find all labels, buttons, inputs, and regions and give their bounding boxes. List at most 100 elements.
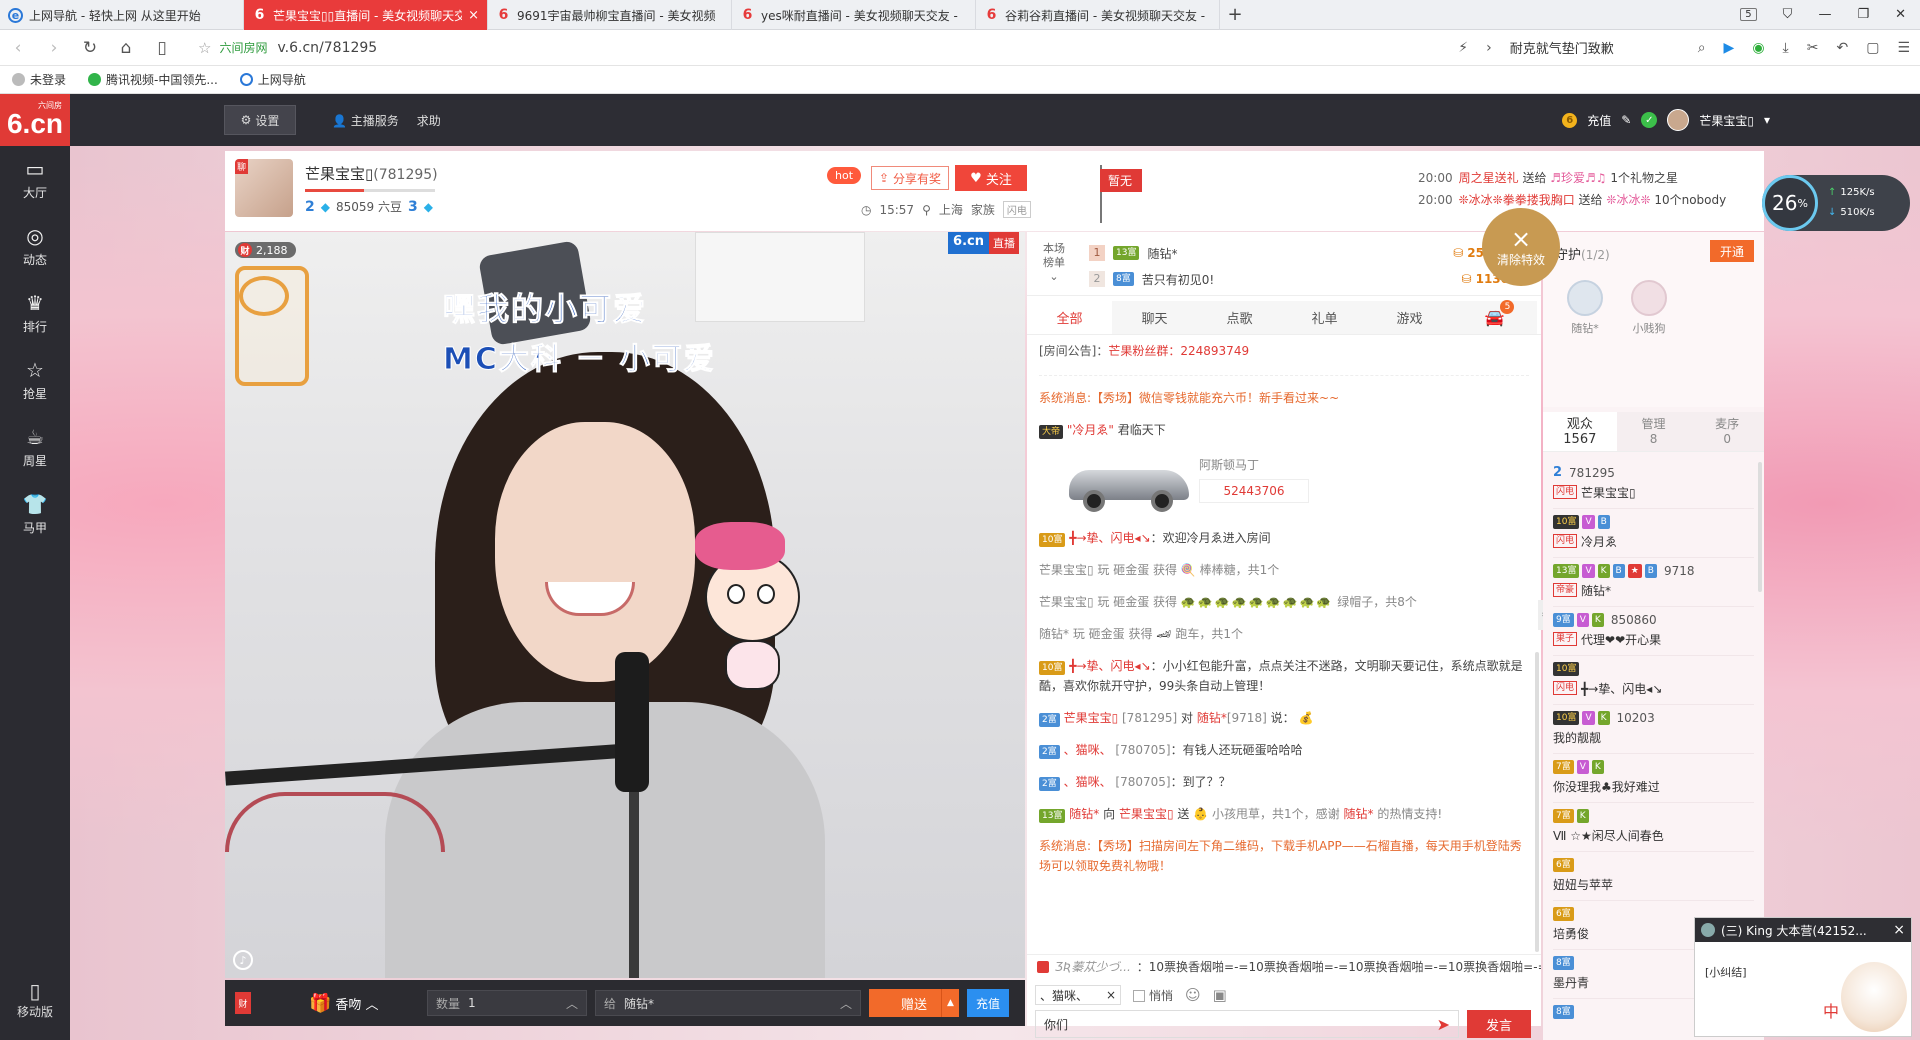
tab-close-icon[interactable]: × [468, 8, 479, 23]
audience-row[interactable]: 9富 V K 850860 果子 代理❤❤开心果 [1553, 607, 1754, 656]
gift-selector[interactable]: 🎁 香吻 ︿ [309, 993, 419, 1014]
browser-tab[interactable]: 6 9691宇宙最帅柳宝直播间 - 美女视频 [488, 0, 732, 30]
anchor-avatar[interactable]: 聊 [235, 159, 293, 217]
browser-tab[interactable]: e 上网导航 - 轻快上网 从这里开始 [0, 0, 244, 30]
anchor-service-link[interactable]: 👤 主播服务 [332, 112, 399, 129]
restore-icon[interactable]: ❐ [1857, 7, 1869, 22]
audience-row[interactable]: 10富 V K 10203 我的靓靓 [1553, 705, 1754, 754]
back-icon[interactable]: ‹ [10, 38, 26, 58]
user-name[interactable]: 妞妞与苹苹 [1553, 876, 1613, 893]
mic-icon[interactable]: ♪ [233, 950, 253, 970]
home-icon[interactable]: ⌂ [118, 38, 134, 58]
guard-member[interactable]: 随钻* [1557, 280, 1613, 336]
user-name[interactable]: 代理❤❤开心果 [1581, 631, 1661, 648]
user-name[interactable]: 冷月ゑ [1581, 533, 1617, 550]
user-name[interactable]: 培勇俊 [1553, 925, 1589, 942]
lightning-icon[interactable]: ⚡ [1458, 40, 1468, 56]
browser-tab-active[interactable]: 6 芒果宝宝▯▯直播间 - 美女视频聊天交友 × [244, 0, 488, 30]
sidenav-item-star[interactable]: ☆ 抢星 [0, 347, 70, 414]
wechat-icon[interactable]: ◉ [1752, 40, 1764, 56]
open-guard-button[interactable]: 开通 [1710, 240, 1754, 262]
share-button[interactable]: ⇪ 分享有奖 [871, 166, 949, 190]
user-name[interactable]: 我的靓靓 [1553, 729, 1601, 746]
browser-tab[interactable]: 6 yes咪耐直播间 - 美女视频聊天交友 - [732, 0, 976, 30]
tab-mic-queue[interactable]: 麦序 0 [1690, 412, 1765, 451]
quantity-field[interactable]: 数量 1 ︿ [427, 990, 587, 1016]
user-name[interactable]: 你没理我♣我好难过 [1553, 778, 1660, 795]
menu-icon[interactable]: ☰ [1897, 40, 1910, 56]
paper-plane-icon[interactable]: ➤ [1437, 1015, 1450, 1034]
audience-row[interactable]: 2 781295 闪电 芒果宝宝▯ [1553, 460, 1754, 509]
settings-button[interactable]: ⚙ 设置 [224, 105, 296, 135]
chat-input[interactable]: 你们 ➤ [1035, 1010, 1459, 1038]
sidenav-item-feed[interactable]: ◎ 动态 [0, 213, 70, 280]
rank-row[interactable]: 2 8富 苦只有初见0! ⛁ 1130 [1089, 268, 1509, 290]
new-tab-button[interactable]: + [1220, 0, 1250, 29]
chevron-up-icon[interactable]: ▲ [941, 989, 959, 1017]
network-speed-widget[interactable]: 26% ↑ 125K/s ↓ 510K/s [1762, 175, 1910, 231]
username-menu[interactable]: 芒果宝宝▯ [1699, 112, 1754, 129]
search-hint[interactable]: 耐克就气垫门致歉 [1510, 38, 1680, 57]
avatar[interactable] [1667, 109, 1690, 131]
user-name[interactable]: 随钻* [1581, 582, 1611, 599]
follow-button[interactable]: ♥ 关注 [955, 165, 1027, 191]
search-icon[interactable]: ⌕ [1698, 40, 1706, 56]
flag-widget[interactable]: 暂无 [1100, 165, 1143, 223]
tab-count-badge[interactable]: 5 [1740, 8, 1757, 21]
bookmark-item[interactable]: 腾讯视频-中国领先... [88, 71, 218, 88]
refresh-icon[interactable]: ↻ [82, 38, 98, 58]
minimize-icon[interactable]: — [1818, 7, 1831, 22]
group-chat-popup[interactable]: (三) King 大本营(42152... × [小纠结] 中 [1694, 917, 1912, 1037]
audience-row[interactable]: 7富 V K 你没理我♣我好难过 [1553, 754, 1754, 803]
audience-scrollbar[interactable] [1758, 462, 1762, 592]
whisper-checkbox[interactable]: 悄悄 [1133, 987, 1173, 1004]
bag-icon[interactable]: ▢ [1866, 40, 1879, 56]
user-name[interactable]: ╋→挚、闪电◂↘ [1581, 680, 1662, 697]
live-video[interactable]: 嘿我的小可爱 MC大科 － 小可爱 财 2,188 6.cn 直播 ♪ [225, 232, 1025, 978]
emoji-icon[interactable]: ☺ [1185, 986, 1201, 1004]
audience-row[interactable]: 7富 K Ⅶ ☆★闲尽人间春色 [1553, 803, 1754, 852]
reader-icon[interactable]: ▯ [154, 38, 170, 58]
sidenav-item-rank[interactable]: ♛ 排行 [0, 280, 70, 347]
edit-icon[interactable]: ✎ [1621, 113, 1631, 127]
tab-chat[interactable]: 聊天 [1112, 301, 1197, 334]
undo-icon[interactable]: ↶ [1836, 40, 1848, 56]
user-name[interactable]: 墨丹青 [1553, 974, 1589, 991]
bookmark-star-icon[interactable]: ☆ [198, 39, 211, 57]
send-message-button[interactable]: 发言 [1467, 1010, 1531, 1038]
tab-gifts[interactable]: 礼单 [1282, 301, 1367, 334]
audience-row[interactable]: 10富 闪电 ╋→挚、闪电◂↘ [1553, 656, 1754, 705]
tab-all[interactable]: 全部 [1027, 301, 1112, 334]
close-icon[interactable]: × [1893, 922, 1905, 938]
audience-row[interactable]: 10富 V B 闪电 冷月ゑ [1553, 509, 1754, 558]
recharge-link[interactable]: 充值 [1587, 112, 1611, 129]
play-icon[interactable]: ▶ [1724, 40, 1735, 56]
sidenav-item-hall[interactable]: ▭ 大厅 [0, 146, 70, 213]
recharge-button[interactable]: 充值 [967, 989, 1009, 1017]
tab-audience[interactable]: 观众 1567 [1543, 412, 1617, 451]
tab-admins[interactable]: 管理 8 [1616, 412, 1691, 451]
bookmark-item[interactable]: 未登录 [12, 71, 66, 88]
user-name[interactable]: Ⅶ ☆★闲尽人间春色 [1553, 827, 1664, 844]
audience-row[interactable]: 13富 V K B ★ B 9718 帝豪 随钻* [1553, 558, 1754, 607]
download-icon[interactable]: ⤓ [1783, 40, 1789, 56]
tab-games[interactable]: 游戏 [1367, 301, 1452, 334]
chat-scrollbar[interactable] [1535, 652, 1539, 952]
rank-label[interactable]: 本场榜单 ⌄ [1041, 242, 1067, 284]
sidenav-item-vest[interactable]: 👕 马甲 [0, 481, 70, 548]
close-window-icon[interactable]: ✕ [1895, 7, 1906, 22]
url-text[interactable]: v.6.cn/781295 [277, 40, 377, 56]
tab-song[interactable]: 点歌 [1197, 301, 1282, 334]
shirt-skin-icon[interactable]: ⛉ [1783, 7, 1793, 22]
audience-row[interactable]: 6富 妞妞与苹苹 [1553, 852, 1754, 901]
recipient-field[interactable]: 给 随钻* ︿ [595, 990, 861, 1016]
help-link[interactable]: 求助 [417, 112, 441, 129]
guard-member[interactable]: 小贱狗 [1621, 280, 1677, 336]
wealth-badge[interactable]: 财 2,188 [229, 242, 315, 386]
mobile-version-link[interactable]: ▯ 移动版 [0, 979, 70, 1020]
url-field[interactable]: ☆ 六间房网 v.6.cn/781295 [198, 39, 1378, 57]
user-name[interactable]: 芒果宝宝▯ [1581, 484, 1636, 501]
close-icon[interactable]: × [1106, 988, 1116, 1002]
send-gift-button[interactable]: 赠送 ▲ [869, 989, 959, 1017]
family-tag[interactable]: 闪电 [1002, 201, 1031, 218]
